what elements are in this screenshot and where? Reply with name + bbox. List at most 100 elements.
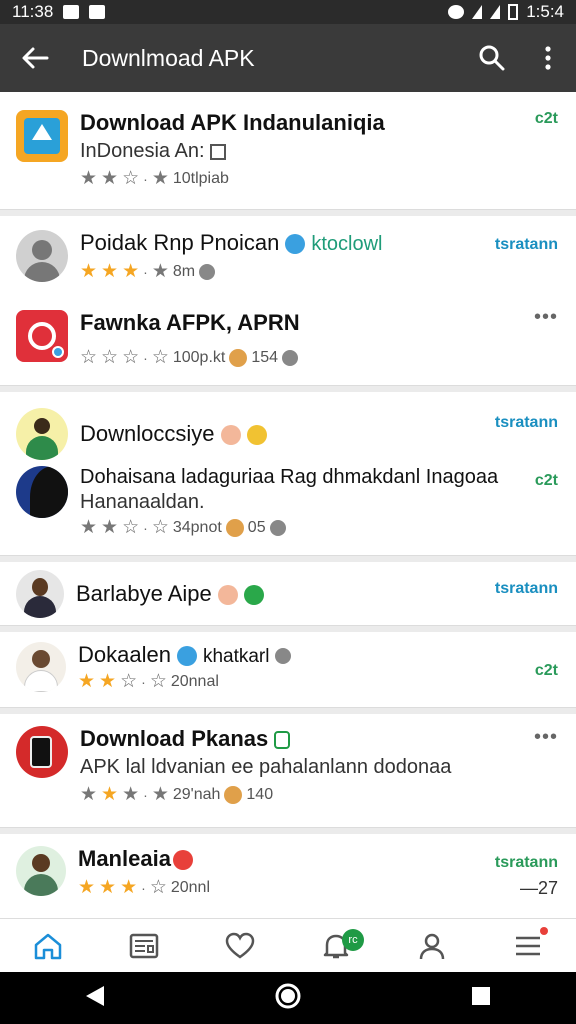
system-nav-bar [0,972,576,1024]
app-logo-icon [16,310,68,362]
globe-icon [199,263,216,280]
download-icon [274,731,291,750]
list-item[interactable]: Barlabye Aipe tsratann [0,562,576,626]
star-outline-icon: ☆ [149,877,167,898]
star-icon: ★ [101,168,119,189]
nav-profile[interactable] [384,919,480,972]
download-count: 20nnl [170,878,211,896]
app-name: Manleaia [78,846,560,872]
status-clock: 1:5:4 [526,2,564,21]
author-link[interactable]: ktoclowl [311,233,382,255]
globe-icon [269,519,286,536]
star-icon: ★ [101,517,119,538]
review-count: 05 [247,518,266,536]
status-tag[interactable]: c2t [535,662,558,680]
status-tag[interactable]: tsratann [495,580,558,598]
status-bar: 11:38 1:5:4 [0,0,576,24]
star-icon: ★ [99,671,117,692]
star-outline-icon: ☆ [101,347,119,368]
status-tag[interactable]: c2t [535,472,558,490]
star-icon: ★ [78,877,96,898]
nav-news[interactable] [96,919,192,972]
system-back-button[interactable] [84,984,106,1013]
rating-row: ☆ ☆ ☆ · ☆ 100p.kt 154 [80,348,560,367]
list-item[interactable]: Fawnka AFPK, APRN ☆ ☆ ☆ · ☆ 100p.kt 154 … [0,306,576,390]
rating-row: ★ ★ ☆ · ☆ 20nnal [78,671,219,692]
download-count: 29'nah [172,785,221,803]
more-options-button[interactable]: ••• [534,306,558,329]
emoji-icon [224,785,243,804]
back-button[interactable] [0,24,70,92]
nav-menu[interactable] [480,919,576,972]
calendar-icon [210,143,227,160]
search-button[interactable] [464,24,520,92]
list-item[interactable]: Dohaisana ladaguriaa Rag dhmakdanl Inago… [0,466,576,552]
rating-row: ★ ★ ★ · ☆ 20nnl [78,877,211,898]
review-count: 140 [246,785,274,803]
page-title: Downlmoad APK [82,44,255,71]
list-item[interactable]: Download APK Indanulaniqia InDonesia An:… [0,92,576,210]
heart-icon [225,932,255,959]
status-tag[interactable]: tsratann [495,414,558,432]
nav-notifications[interactable]: rc [288,919,384,972]
globe-icon [282,349,299,366]
system-home-button[interactable] [275,983,301,1014]
menu-icon [516,936,540,955]
rating-row: ★ ★ ☆ · ★ 10tlpiab [80,168,229,189]
star-outline-icon: ☆ [151,347,169,368]
app-name: Dokaalen khatkarl [78,642,560,668]
list-item[interactable]: Download Pkanas APK lal ldvanian ee paha… [0,714,576,828]
app-name: Downloccsiye [80,421,560,447]
star-icon: ★ [80,261,98,282]
list-item[interactable]: Downloccsiye tsratann [0,402,576,466]
alarm-icon [448,5,465,19]
arrow-left-icon [22,47,49,69]
avatar [16,642,66,692]
star-outline-icon: ☆ [80,347,98,368]
nav-favorites[interactable] [192,919,288,972]
list-item[interactable]: Poidak Rnp Pnoican ktoclowl ★ ★ ★ · ★ 8m … [0,230,576,310]
star-icon: ★ [101,261,119,282]
more-vert-icon [545,46,551,70]
status-tag[interactable]: tsratann [495,236,558,254]
battery-icon [508,4,519,20]
list-item[interactable]: Dokaalen khatkarl ★ ★ ☆ · ☆ 20nnal c2t [0,632,576,708]
download-count: 34pnot [172,518,222,536]
app-name: Poidak Rnp Pnoican ktoclowl [80,230,383,255]
list-group: Downloccsiye tsratann Dohaisana ladaguri… [0,392,576,556]
app-name: Dohaisana ladaguriaa Rag dhmakdanl Inago… [80,466,499,488]
status-tag[interactable]: c2t [535,110,558,128]
star-icon: ★ [80,517,98,538]
home-icon [34,933,62,959]
star-icon: ★ [151,784,169,805]
rating-row: ★ ★ ★ · ★ 29'nah 140 [80,784,274,805]
nav-home[interactable] [0,919,96,972]
app-subtitle: InDonesia An: [80,140,560,163]
wifi-icon [472,5,483,19]
overflow-menu-button[interactable] [520,24,576,92]
more-options-button[interactable]: ••• [534,726,558,749]
star-outline-icon: ☆ [120,671,138,692]
status-time: 11:38 [12,2,54,21]
star-outline-icon: ☆ [122,347,140,368]
author-link[interactable]: khatkarl [203,646,270,667]
verified-icon [243,585,264,606]
list-item[interactable]: Manleaia ★ ★ ★ · ☆ 20nnl tsratann —27 [0,834,576,918]
star-icon: ★ [99,877,117,898]
star-icon: ★ [122,784,140,805]
download-count: 20nnal [170,672,219,690]
star-outline-icon: ☆ [151,517,169,538]
menu-alert-dot [540,927,548,935]
square-recents-icon [471,986,490,1005]
verified-icon [285,234,306,255]
emoji-icon [172,850,193,871]
system-recents-button[interactable] [470,985,492,1012]
review-count: 154 [251,348,279,366]
status-tag[interactable]: tsratann [495,854,558,872]
avatar [16,230,68,282]
download-count: 10tlpiab [172,169,229,187]
avatar [16,408,68,460]
app-logo-icon [16,726,68,778]
star-icon: ★ [151,168,169,189]
star-icon: ★ [120,877,138,898]
